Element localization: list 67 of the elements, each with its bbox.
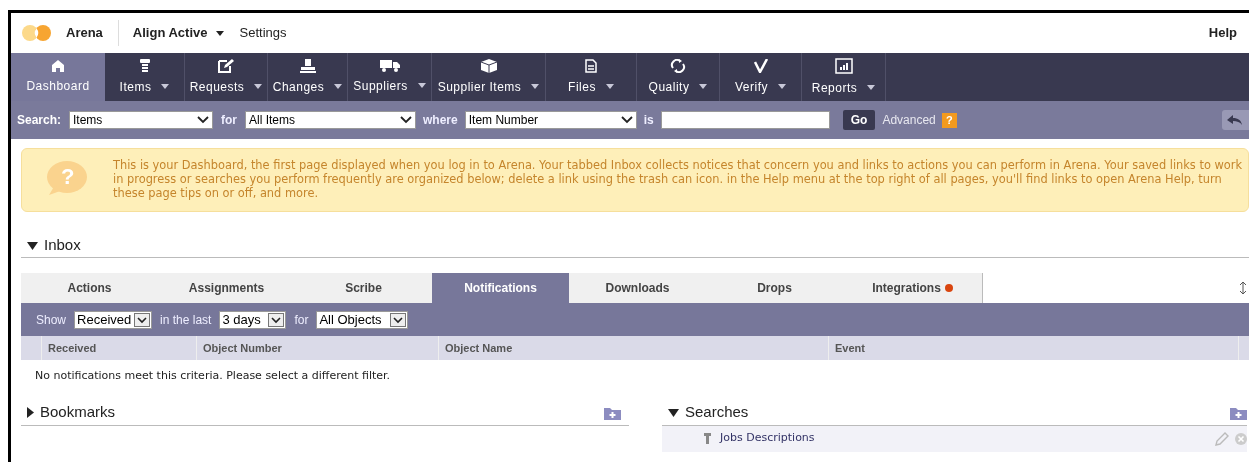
- screw-icon: [704, 433, 711, 444]
- add-folder-icon[interactable]: [604, 405, 621, 420]
- empty-message: No notifications meet this criteria. Please select a different filter.: [35, 368, 392, 384]
- for-label: for: [221, 112, 238, 129]
- column-header: Object Number: [197, 336, 439, 360]
- section-title: Inbox: [44, 235, 81, 256]
- column-header: Received: [42, 336, 197, 360]
- go-button[interactable]: Go: [842, 110, 876, 130]
- section-title: Searches: [685, 402, 749, 423]
- period-dropdown[interactable]: 3 days: [219, 310, 287, 329]
- home-icon: [52, 59, 64, 72]
- edit-icon: [218, 58, 234, 73]
- back-button[interactable]: [1222, 110, 1249, 130]
- settings-link[interactable]: Settings: [239, 23, 287, 43]
- truck-icon: [379, 59, 400, 72]
- section-title: Bookmarks: [40, 402, 116, 423]
- is-label: is: [643, 112, 654, 129]
- check-icon: [753, 58, 768, 73]
- scope-dropdown[interactable]: All Items: [245, 111, 417, 129]
- help-menu[interactable]: Help: [1208, 23, 1237, 43]
- delete-icon: [1235, 432, 1247, 445]
- chevron-icon: [400, 116, 413, 124]
- search-label: Search:: [17, 112, 62, 129]
- logo-icon: [22, 25, 52, 41]
- search-link[interactable]: Jobs Descriptions: [720, 430, 815, 447]
- where-label: where: [423, 112, 458, 129]
- inbox-tab[interactable]: Drops: [706, 273, 843, 303]
- chevron-icon: [268, 312, 285, 327]
- inbox-tab[interactable]: Actions: [21, 273, 158, 303]
- tip-text: This is your Dashboard, the first page displayed when you log in to Arena. Your tabbed Inbox collects notices that concern you and links to actions you can perform in Arena. Your saved links to work in progress or searches you perform frequently are organized below; delete a link using the trash can icon. in the Help menu at the top right of all pages, you'll find links to open Arena Help, turn these page tips on or off, and more.: [113, 158, 1244, 200]
- workspace-menu[interactable]: Align Active: [132, 23, 224, 43]
- inbox-tab[interactable]: Scribe: [295, 273, 432, 303]
- inbox-tab[interactable]: Assignments: [158, 273, 295, 303]
- inbox-tab[interactable]: Integrations: [843, 273, 983, 303]
- chevron-icon: [197, 116, 210, 124]
- filter-label: in the last: [160, 311, 212, 329]
- bar-chart-icon: [834, 57, 853, 74]
- advanced-link[interactable]: Advanced: [882, 111, 936, 129]
- search-field[interactable]: [660, 111, 830, 129]
- objects-dropdown[interactable]: All Objects: [316, 310, 409, 329]
- document-icon: [585, 58, 597, 73]
- chevron-icon: [134, 312, 151, 327]
- alert-dot-icon: [944, 284, 953, 292]
- add-folder-icon[interactable]: [1230, 405, 1247, 420]
- caret-icon: [215, 30, 224, 36]
- chevron-icon: [620, 116, 633, 124]
- box-icon: [480, 58, 497, 73]
- column-header: Object Name: [439, 336, 829, 360]
- resize-icon: [1239, 281, 1247, 295]
- filter-label: Show: [36, 311, 67, 329]
- app-name: Arena: [66, 24, 103, 43]
- inbox-tab[interactable]: Downloads: [569, 273, 706, 303]
- show-dropdown[interactable]: Received: [74, 310, 153, 329]
- refresh-icon: [670, 58, 686, 73]
- type-dropdown[interactable]: Items: [69, 111, 214, 129]
- nav-tab[interactable]: Dashboard: [11, 53, 105, 101]
- pencil-icon: [1215, 431, 1229, 446]
- stamp-icon: [299, 58, 316, 73]
- filter-label: for: [294, 311, 309, 329]
- column-header: Event: [829, 336, 1239, 360]
- back-arrow-icon: [1227, 115, 1243, 125]
- chevron-icon: [390, 312, 407, 327]
- saved-search-row[interactable]: Jobs Descriptions: [662, 425, 1247, 452]
- question-mark: ?: [61, 164, 75, 190]
- inbox-tab[interactable]: Notifications: [432, 273, 569, 303]
- field-dropdown[interactable]: Item Number: [464, 111, 637, 129]
- screw-icon: [139, 58, 150, 73]
